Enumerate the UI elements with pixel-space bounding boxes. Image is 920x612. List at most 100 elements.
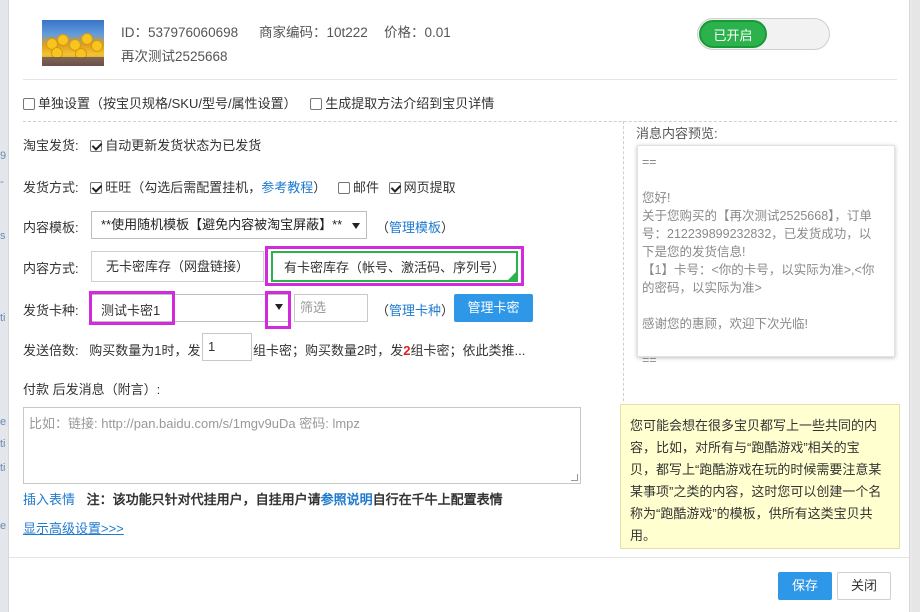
template-select[interactable]: **使用随机模板【避免内容被淘宝屏蔽】**	[91, 211, 367, 239]
preview-line: 感谢您的惠顾，欢迎下次光临!	[642, 317, 808, 331]
template-select-value: **使用随机模板【避免内容被淘宝屏蔽】**	[101, 217, 343, 232]
generate-intro-label: 生成提取方法介绍到宝贝详情	[325, 96, 495, 111]
tab-no-card-stock[interactable]: 无卡密库存（网盘链接）	[91, 251, 264, 282]
tutorial-close-paren: ）	[313, 180, 327, 195]
background-char: e	[0, 416, 7, 428]
taobao-ship-label: 淘宝发货:	[23, 138, 79, 153]
tip-line: 某事项”之类的内容，这时您可以创建一个名	[630, 484, 882, 499]
manage-cards-button[interactable]: 管理卡密	[454, 294, 533, 322]
background-page-edge: 9 - s ti e ti ti e	[0, 0, 8, 612]
message-placeholder: 比如：链接: http://pan.baidu.com/s/1mgv9uDa 密…	[29, 416, 360, 431]
footer-divider	[9, 557, 909, 558]
generate-intro-option[interactable]: 生成提取方法介绍到宝贝详情	[310, 96, 494, 111]
multiplier-label: 发送倍数:	[23, 343, 79, 358]
multiplier-prefix: 购买数量为1时，发	[89, 343, 201, 358]
multiplier-input[interactable]: 1	[202, 333, 252, 361]
auto-update-ship-option[interactable]: 自动更新发货状态为已发货	[90, 138, 261, 153]
background-page-edge-right	[912, 0, 920, 612]
ship-method-label: 发货方式:	[23, 180, 79, 195]
tip-line: 称为“跑酷游戏”的模板，供所有这类宝贝共	[630, 506, 873, 521]
enable-toggle-on-label: 已开启	[699, 20, 767, 48]
webpage-option[interactable]: 网页提取	[388, 180, 456, 195]
notice-suffix: 自行在千牛上配置表情	[372, 492, 503, 507]
tip-line: 容，比如，对所有与“跑酷游戏”相关的宝	[630, 440, 860, 455]
separate-settings-checkbox[interactable]	[23, 98, 35, 110]
template-tip: 您可能会想在很多宝贝都写上一些共同的内 容，比如，对所有与“跑酷游戏”相关的宝 …	[620, 404, 900, 549]
wangwang-label: 旺旺	[105, 180, 132, 195]
product-merchant-code: 商家编码：10t222	[259, 25, 368, 40]
card-type-value: 测试卡密1	[101, 303, 161, 318]
tip-line: 用。	[630, 528, 657, 543]
webpage-label: 网页提取	[403, 180, 456, 195]
tip-line: 贝，都写上“跑酷游戏在玩的时候需要注意某	[630, 462, 882, 477]
preview-line: 下是您的发货信息!	[642, 245, 746, 259]
background-char: -	[0, 176, 4, 188]
product-name: 再次测试2525668	[121, 49, 228, 64]
wangwang-option[interactable]: 旺旺	[90, 180, 131, 195]
email-label: 邮件	[352, 180, 379, 195]
wangwang-checkbox[interactable]	[90, 182, 103, 194]
separate-settings-label: 单独设置（按宝贝规格/SKU/型号/属性设置）	[38, 96, 297, 111]
background-char: ti	[0, 312, 6, 324]
chevron-down-icon	[352, 223, 360, 229]
preview-line: 【1】卡号：<你的卡号，以实际为准>,<你	[642, 263, 875, 277]
preview-line	[642, 297, 889, 315]
paren-open: （	[376, 220, 390, 235]
generate-intro-checkbox[interactable]	[310, 98, 323, 110]
card-type-label: 发货卡种:	[23, 303, 79, 318]
background-char: s	[0, 230, 6, 242]
background-char: ti	[0, 438, 6, 450]
webpage-checkbox[interactable]	[388, 182, 401, 194]
chevron-down-icon[interactable]	[275, 304, 283, 310]
preview-line: 号：212239899232832，已发货成功，以	[642, 227, 872, 241]
email-option[interactable]: 邮件	[337, 180, 379, 195]
manage-card-type-link[interactable]: 管理卡种	[389, 303, 441, 318]
preview-line: 您好!	[642, 191, 671, 205]
column-divider	[623, 121, 624, 401]
auto-update-ship-label: 自动更新发货状态为已发货	[105, 138, 262, 153]
preview-line	[642, 333, 889, 351]
email-checkbox[interactable]	[337, 182, 350, 194]
background-char: 9	[0, 150, 7, 162]
product-delivery-settings-dialog: ID：537976060698 商家编码：10t222 价格：0.01 再次测试…	[8, 0, 910, 612]
save-button[interactable]: 保存	[778, 572, 832, 600]
manage-template-link[interactable]: 管理模板	[389, 220, 441, 235]
advanced-settings-link[interactable]: 显示高级设置>>>	[23, 521, 124, 536]
template-label: 内容模板:	[23, 220, 79, 235]
background-char: ti	[0, 462, 6, 474]
multiplier-suffix-a: 组卡密；购买数量2时，发	[253, 343, 404, 358]
enable-toggle[interactable]: 已开启	[697, 18, 830, 50]
notice-link[interactable]: 参照说明	[321, 492, 373, 507]
preview-line	[642, 171, 889, 189]
tab-card-stock[interactable]: 有卡密库存（帐号、激活码、序列号）	[271, 251, 518, 282]
product-id: ID：537976060698	[121, 25, 239, 40]
multiplier-suffix-b: 组卡密；依此类推...	[410, 343, 526, 358]
message-textarea[interactable]: 比如：链接: http://pan.baidu.com/s/1mgv9uDa 密…	[23, 407, 581, 484]
product-thumbnail	[42, 20, 104, 66]
card-type-filter-input[interactable]: 筛选	[294, 294, 368, 322]
close-button[interactable]: 关闭	[837, 572, 891, 600]
notice-prefix: 注：该功能只针对代挂用户，自挂用户请	[86, 492, 321, 507]
preview-line: ==	[642, 155, 657, 169]
highlight-box	[265, 291, 291, 329]
background-char: e	[0, 520, 7, 532]
header-divider	[23, 79, 897, 80]
tip-line: 您可能会想在很多宝贝都写上一些共同的内	[630, 418, 878, 433]
selected-corner-icon	[506, 270, 518, 282]
insert-emoji-link[interactable]: 插入表情	[23, 492, 75, 507]
product-price: 价格：0.01	[384, 25, 451, 40]
message-label: 付款 后发消息（附言）:	[23, 382, 161, 397]
content-method-label: 内容方式:	[23, 261, 79, 276]
message-preview: == 您好! 关于您购买的【再次测试2525668】，订单 号：21223989…	[637, 145, 895, 367]
auto-update-ship-checkbox[interactable]	[90, 140, 103, 152]
preview-line: ==	[642, 353, 657, 367]
preview-line: 的密码，以实际为准>	[642, 281, 762, 295]
paren-close: ）	[441, 303, 455, 318]
separate-settings-option[interactable]: 单独设置（按宝贝规格/SKU/型号/属性设置）	[23, 96, 297, 111]
paren-close: ）	[441, 220, 455, 235]
tutorial-link[interactable]: 参考教程	[261, 180, 313, 195]
paren-open: （	[376, 303, 390, 318]
preview-title: 消息内容预览:	[636, 126, 718, 141]
preview-line: 关于您购买的【再次测试2525668】，订单	[642, 209, 872, 223]
resize-handle-icon[interactable]	[571, 474, 578, 481]
